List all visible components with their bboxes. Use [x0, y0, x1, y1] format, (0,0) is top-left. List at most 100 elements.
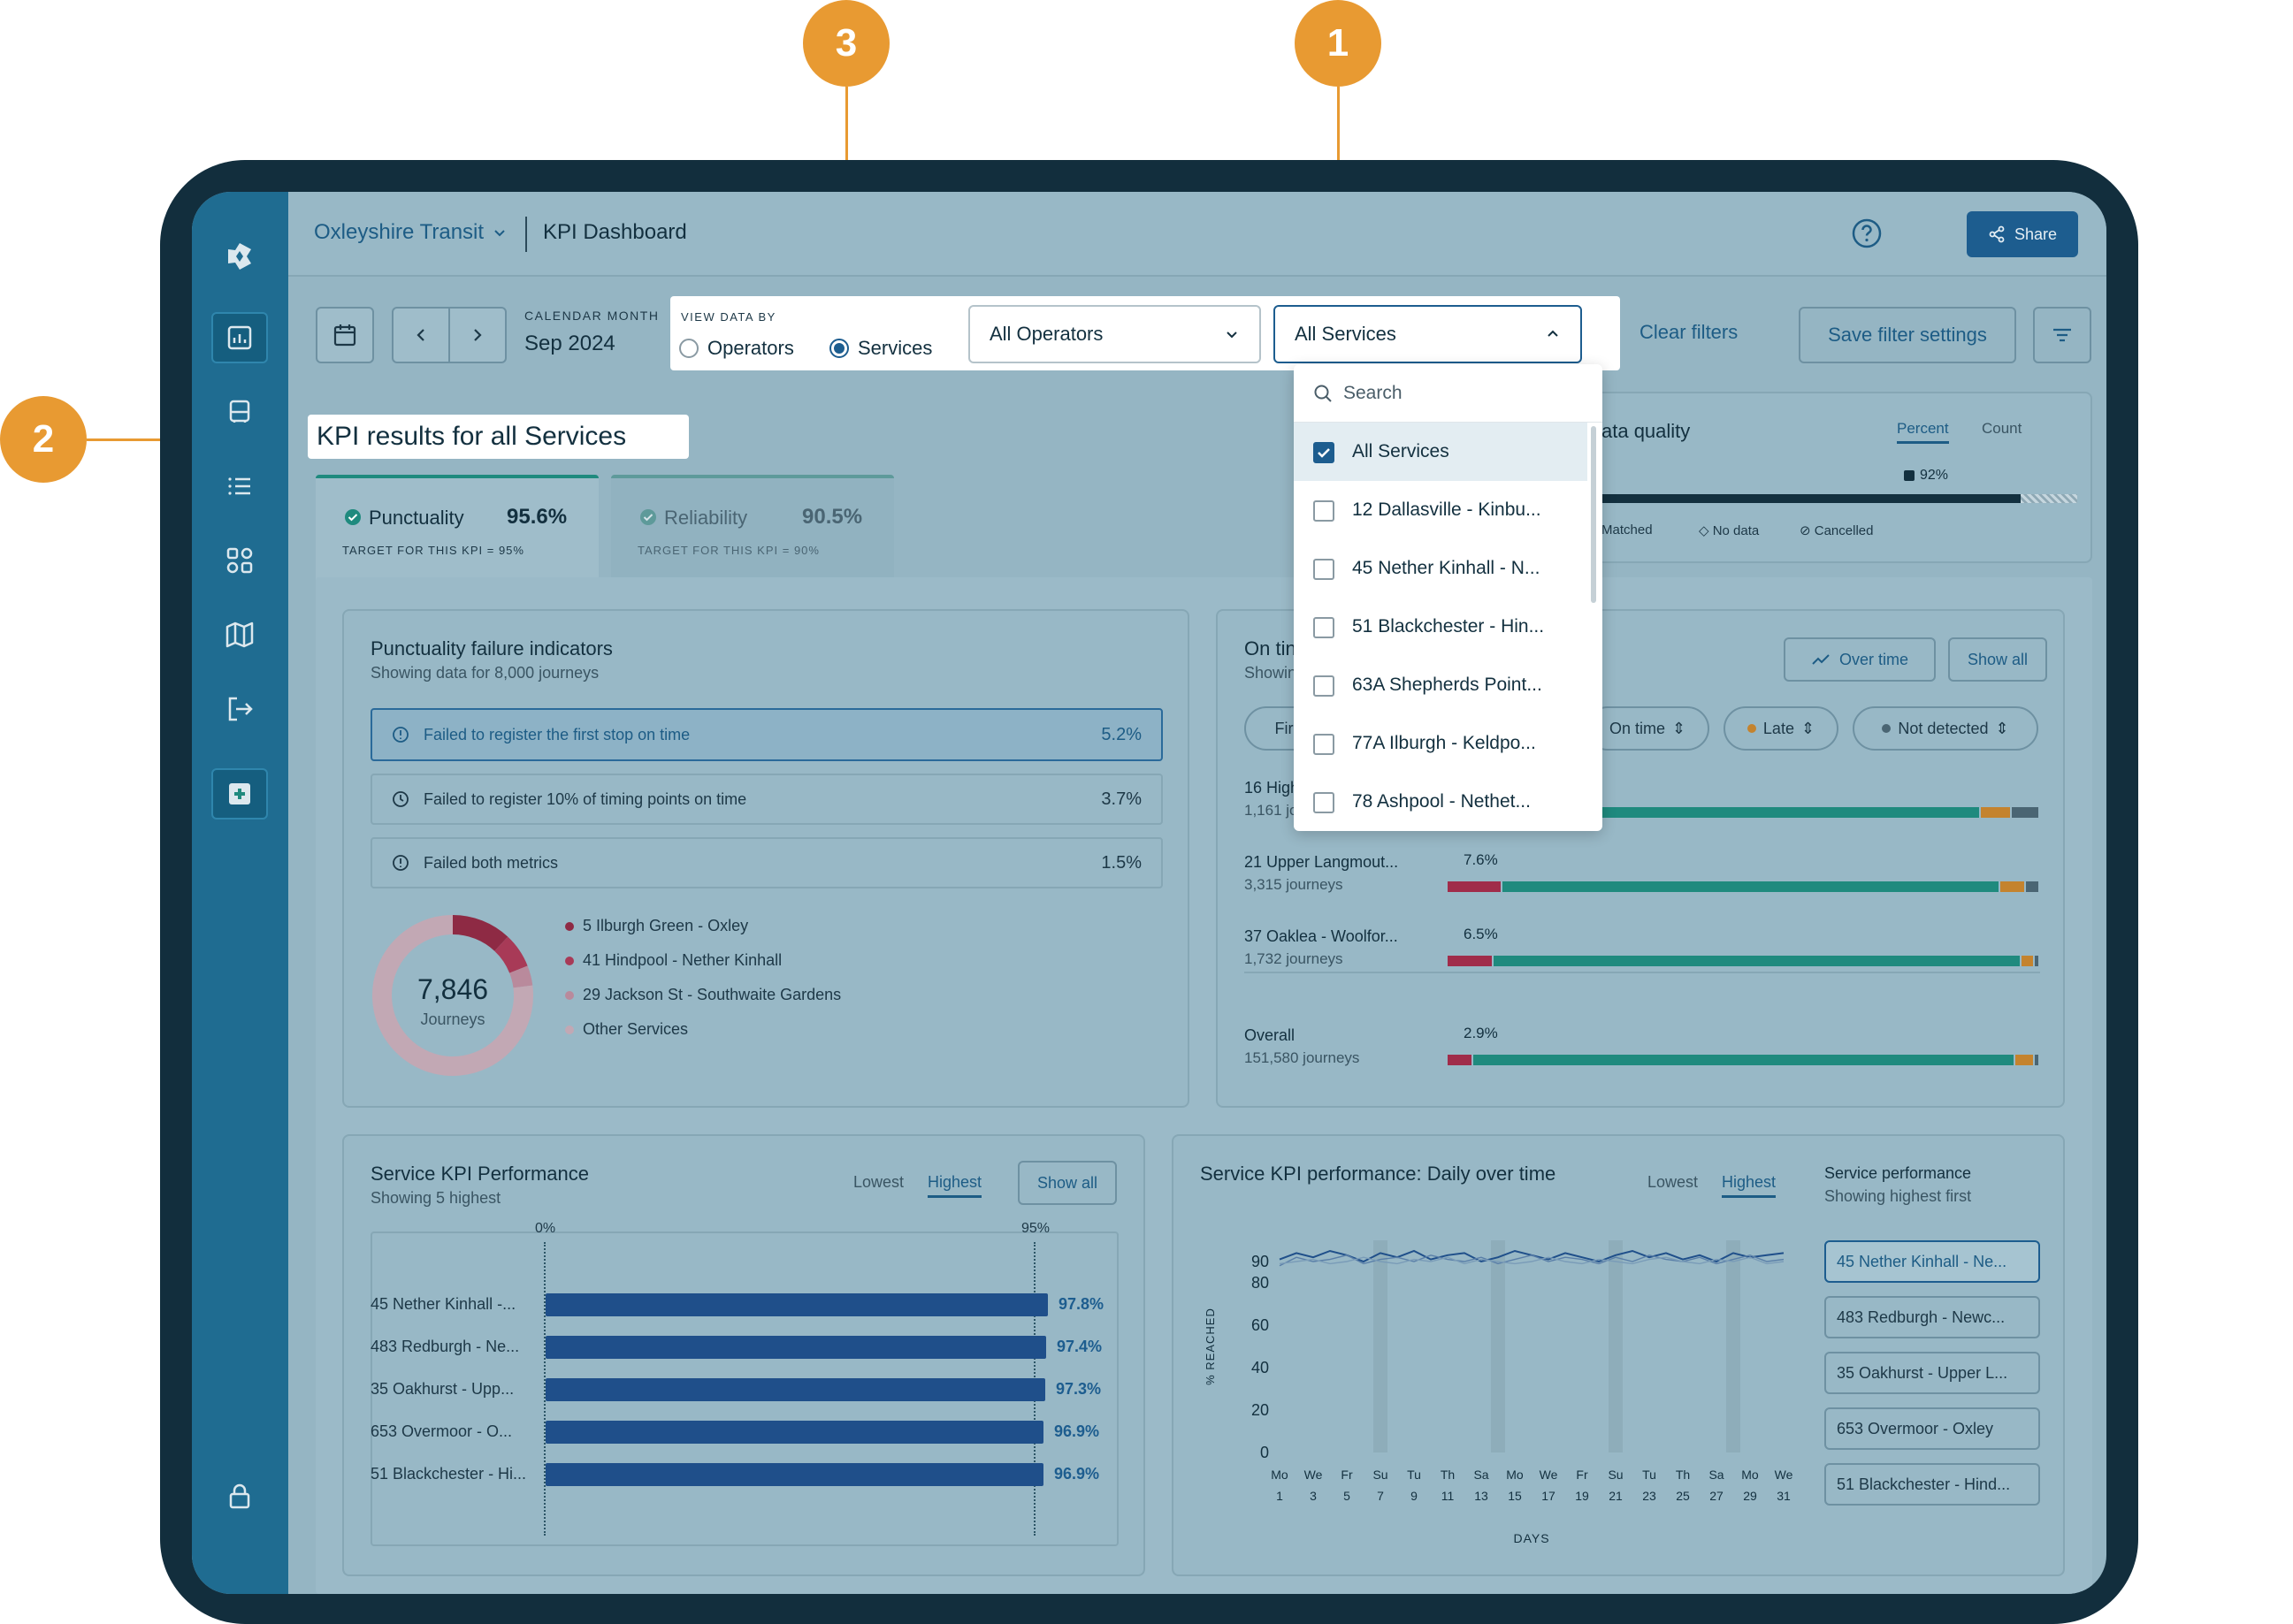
- failure-row[interactable]: Failed to register 10% of timing points …: [371, 774, 1163, 825]
- service-performance-item[interactable]: 51 Blackchester - Hind...: [1824, 1463, 2040, 1506]
- view-by-operators[interactable]: Operators: [679, 337, 794, 360]
- bar-label: 51 Blackchester - Hi...: [371, 1465, 527, 1483]
- filter-chip-on-time[interactable]: On time ⇕: [1586, 706, 1709, 751]
- chevron-down-icon: [494, 230, 505, 237]
- header-divider: [525, 217, 527, 252]
- operators-select[interactable]: All Operators: [968, 305, 1261, 363]
- bar-segment-green: [1502, 881, 1999, 892]
- bus-icon[interactable]: [211, 386, 268, 438]
- tab-punctuality[interactable]: Punctuality 95.6% TARGET FOR THIS KPI = …: [316, 475, 599, 581]
- tab-reliability-target: TARGET FOR THIS KPI = 90%: [638, 544, 820, 557]
- tab-punctuality-value: 95.6%: [507, 505, 568, 529]
- row-journeys: 3,315 journeys: [1244, 876, 1343, 893]
- dropdown-option[interactable]: 45 Nether Kinhall - N...: [1294, 539, 1587, 598]
- services-dropdown: Search All Services 12 Dallasville - Kinb…: [1294, 364, 1602, 831]
- dq-tab-count[interactable]: Count: [1982, 420, 2022, 438]
- prev-month-button[interactable]: [392, 307, 450, 363]
- dashboard-icon[interactable]: [211, 312, 268, 363]
- bar-pct-label: 97.8%: [1059, 1295, 1104, 1313]
- view-by-services[interactable]: Services: [829, 337, 932, 360]
- dropdown-option[interactable]: 78 Ashpool - Nethet...: [1294, 773, 1587, 831]
- x-date-label: 31: [1777, 1489, 1791, 1503]
- row-service-name: 21 Upper Langmout...: [1244, 853, 1399, 871]
- x-day-label: We: [1775, 1468, 1792, 1482]
- service-performance-item[interactable]: 35 Oakhurst - Upper L...: [1824, 1352, 2040, 1394]
- failure-row-label: Failed both metrics: [424, 853, 559, 872]
- dq-tab-percent[interactable]: Percent: [1897, 420, 1949, 444]
- donut-legend-item: Other Services: [565, 1020, 688, 1039]
- highlighted-filter-bar: VIEW DATA BY Operators Services All Oper…: [670, 296, 1620, 370]
- clear-filters-link[interactable]: Clear filters: [1639, 321, 1738, 344]
- x-date-label: 27: [1709, 1489, 1724, 1503]
- bar-label: 35 Oakhurst - Upp...: [371, 1380, 515, 1398]
- dq-bar: [1582, 494, 2056, 503]
- tab-reliability-value: 90.5%: [802, 505, 863, 529]
- daily-performance-panel: Service KPI performance: Daily over time…: [1172, 1134, 2065, 1576]
- check-circle-icon: [640, 509, 656, 525]
- bar-label: 45 Nether Kinhall -...: [371, 1295, 516, 1313]
- show-all-button[interactable]: Show all: [1948, 637, 2047, 682]
- x-day-label: Mo: [1741, 1468, 1759, 1482]
- info-icon: [393, 727, 409, 743]
- view-by-services-label: Services: [858, 337, 933, 359]
- filter-chip-not-detected[interactable]: Not detected ⇕: [1853, 706, 2038, 751]
- map-icon[interactable]: [211, 609, 268, 660]
- dropdown-option[interactable]: 12 Dallasville - Kinbu...: [1294, 481, 1587, 539]
- top-header: Oxleyshire Transit KPI Dashboard Share: [288, 192, 2106, 277]
- y-tick-label: 20: [1251, 1401, 1269, 1419]
- org-switcher[interactable]: Oxleyshire Transit: [314, 220, 507, 245]
- app-switch-icon[interactable]: [211, 768, 268, 820]
- tab-reliability[interactable]: Reliability 90.5% TARGET FOR THIS KPI = …: [611, 475, 894, 581]
- tab-highest[interactable]: Highest: [928, 1173, 982, 1198]
- callout-2: 2: [0, 396, 87, 483]
- dropdown-option[interactable]: 77A Ilburgh - Keldpo...: [1294, 714, 1587, 773]
- dq-legend-nodata: ◇ No data: [1699, 523, 1760, 538]
- service-kpi-performance-panel: Service KPI Performance Showing 5 highes…: [342, 1134, 1145, 1576]
- daily-line-chart: 0 20 40 60 80 90 % REACHED Mo 1 We 3 Fr 5 Su 7 Tu 9 Th 11 S…: [1204, 1240, 1792, 1545]
- dropdown-option[interactable]: All Services: [1294, 423, 1587, 481]
- list-icon[interactable]: [211, 461, 268, 512]
- failure-row[interactable]: Failed to register the first stop on tim…: [371, 708, 1163, 761]
- dropdown-search[interactable]: Search: [1294, 364, 1602, 423]
- service-performance-item[interactable]: 483 Redburgh - Newc...: [1824, 1296, 2040, 1338]
- bar-pct-label: 96.9%: [1054, 1422, 1100, 1440]
- save-filter-button[interactable]: Save filter settings: [1799, 307, 2016, 363]
- export-icon[interactable]: [211, 683, 268, 735]
- tab-lowest[interactable]: Lowest: [853, 1173, 904, 1192]
- dropdown-option-label: 78 Ashpool - Nethet...: [1352, 791, 1531, 812]
- next-month-button[interactable]: [448, 307, 507, 363]
- y-tick-label: 0: [1260, 1444, 1269, 1461]
- row-pct: 2.9%: [1464, 1025, 1498, 1041]
- filter-chip-late[interactable]: Late ⇕: [1724, 706, 1838, 751]
- x-day-label: Th: [1441, 1468, 1455, 1482]
- calendar-button[interactable]: [316, 307, 374, 363]
- help-icon[interactable]: [1850, 217, 1884, 250]
- dropdown-scrollbar[interactable]: [1591, 426, 1596, 603]
- dropdown-option[interactable]: 51 Blackchester - Hin...: [1294, 598, 1587, 656]
- failure-row-label: Failed to register the first stop on tim…: [424, 725, 691, 743]
- dropdown-option-label: All Services: [1352, 441, 1449, 461]
- dq-swatch: [1904, 470, 1915, 481]
- perf-bar: [546, 1293, 1048, 1316]
- sort-icon: ⇕: [1800, 719, 1815, 737]
- dq-percent-value: 92%: [1920, 468, 1949, 483]
- info-icon: [393, 855, 409, 871]
- widgets-icon[interactable]: [211, 535, 268, 586]
- dropdown-option[interactable]: 63A Shepherds Point...: [1294, 656, 1587, 714]
- service-performance-item[interactable]: 653 Overmoor - Oxley: [1824, 1407, 2040, 1450]
- over-time-button[interactable]: Over time: [1784, 637, 1936, 682]
- show-all-button[interactable]: Show all: [1018, 1161, 1117, 1205]
- filter-menu-button[interactable]: [2033, 307, 2091, 363]
- row-service-name: Overall: [1244, 1026, 1296, 1044]
- share-button[interactable]: Share: [1967, 211, 2078, 257]
- service-performance-item[interactable]: 45 Nether Kinhall - Ne...: [1824, 1240, 2040, 1283]
- results-heading: KPI results for all Services: [308, 415, 689, 459]
- on-time-subtitle: Showin: [1244, 664, 1297, 682]
- services-select[interactable]: All Services: [1273, 305, 1582, 363]
- checkbox: [1313, 617, 1334, 638]
- legend-label: 41 Hindpool - Nether Kinhall: [583, 951, 783, 969]
- callout-1: 1: [1295, 0, 1381, 87]
- sort-icon: ⇕: [1671, 719, 1686, 737]
- failure-row[interactable]: Failed both metrics 1.5%: [371, 837, 1163, 888]
- lock-icon[interactable]: [211, 1470, 268, 1521]
